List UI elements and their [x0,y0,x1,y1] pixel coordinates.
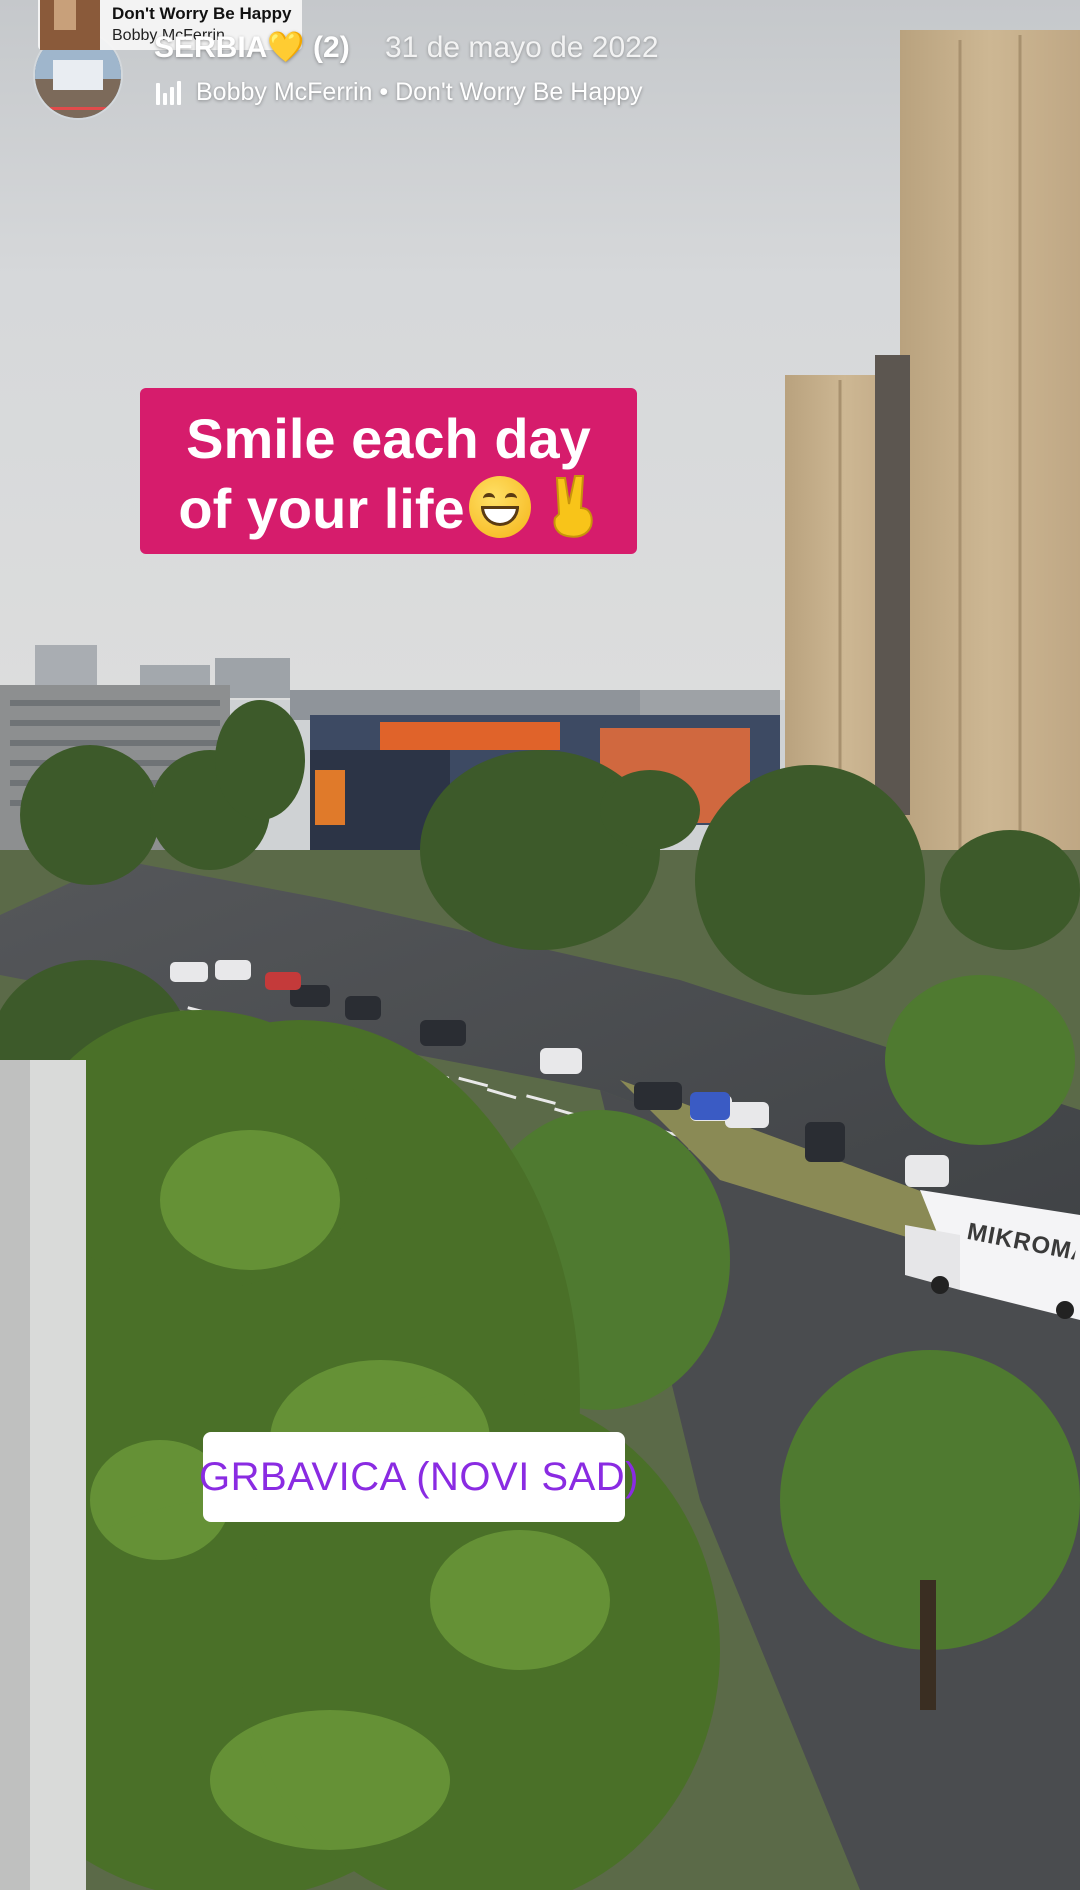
caption-sticker: Smile each day of your life [140,388,637,554]
victory-hand-emoji [553,475,593,538]
grinning-face-emoji [468,476,531,538]
music-sticker-title: Don't Worry Be Happy [112,4,292,23]
location-sticker[interactable]: GRBAVICA (NOVI SAD) [199,1432,638,1522]
equalizer-icon [156,80,182,105]
caption-line-2-text: of your life [178,477,465,540]
story-name: SERBIA💛 [154,31,305,64]
location-label: GRBAVICA (NOVI SAD) [199,1454,639,1499]
caption-line-1: Smile each day [186,407,591,470]
song-attribution[interactable]: Bobby McFerrin • Don't Worry Be Happy [156,78,643,107]
album-art [40,0,100,50]
story-photo [0,0,1080,1890]
caption-line-2: of your life [164,474,613,544]
story-header: Don't Worry Be Happy Bobby McFerrin SERB… [0,0,1080,120]
song-line: Bobby McFerrin • Don't Worry Be Happy [196,78,643,106]
story-count: (2) [313,31,350,64]
story-title[interactable]: SERBIA💛 (2) [154,30,350,65]
story-date: 31 de mayo de 2022 [385,31,659,64]
